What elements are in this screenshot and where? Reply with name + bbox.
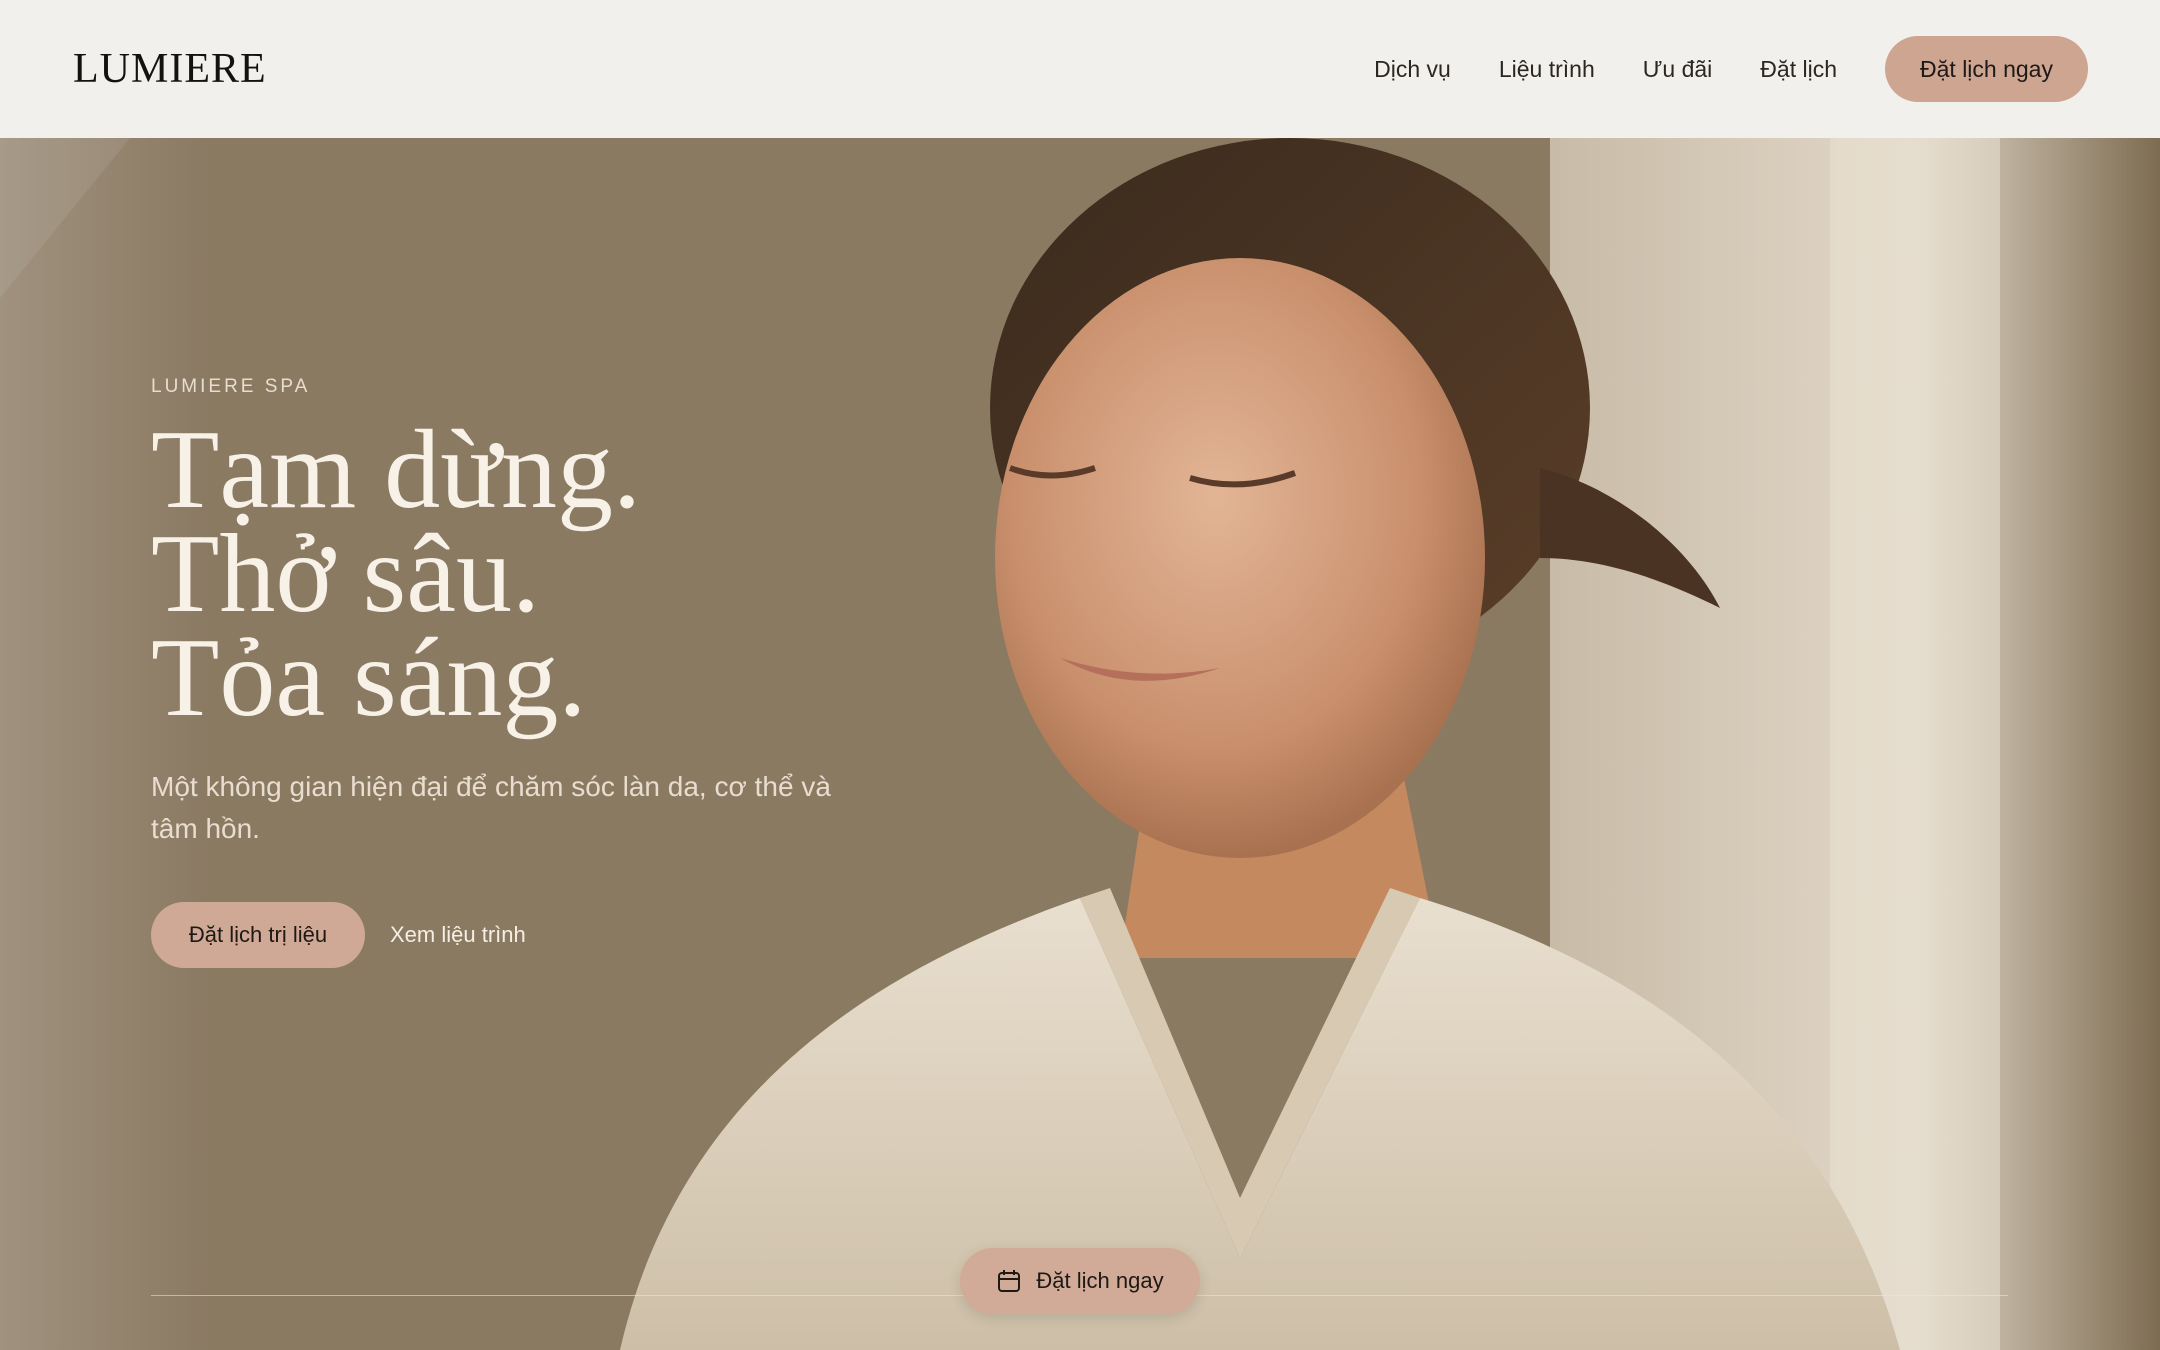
nav-item-offers[interactable]: Ưu đãi [1643,56,1713,83]
hero-subtitle: Một không gian hiện đại để chăm sóc làn … [151,771,831,844]
nav-item-treatments[interactable]: Liệu trình [1499,56,1595,83]
headline-line-1: Tạm dừng. [151,408,641,532]
view-treatments-link[interactable]: Xem liệu trình [390,922,526,948]
hero-eyebrow: LUMIERE SPA [151,376,311,397]
main-nav: Dịch vụ Liệu trình Ưu đãi Đặt lịch Đặt l… [1374,36,2088,102]
calendar-icon [996,1268,1022,1294]
nav-item-services[interactable]: Dịch vụ [1374,56,1451,83]
site-header: LUMIERE Dịch vụ Liệu trình Ưu đãi Đặt lị… [0,0,2160,138]
hero-actions: Đặt lịch trị liệu Xem liệu trình [151,902,851,968]
nav-item-booking[interactable]: Đặt lịch [1760,56,1837,83]
headline-line-2: Thở sâu. [151,512,540,636]
floating-book-now-button[interactable]: Đặt lịch ngay [960,1248,1200,1314]
hero-content: LUMIERE SPA Tạm dừng. Thở sâu. Tỏa sáng.… [151,376,851,968]
floating-cta-label: Đặt lịch ngay [1036,1268,1164,1293]
book-now-button[interactable]: Đặt lịch ngay [1885,36,2088,102]
logo[interactable]: LUMIERE [73,45,267,93]
headline-line-3: Tỏa sáng. [151,616,587,740]
book-treatment-button[interactable]: Đặt lịch trị liệu [151,902,365,968]
hero-headline: Tạm dừng. Thở sâu. Tỏa sáng. [151,408,851,740]
hero-section: LUMIERE SPA Tạm dừng. Thở sâu. Tỏa sáng.… [0,138,2160,1350]
